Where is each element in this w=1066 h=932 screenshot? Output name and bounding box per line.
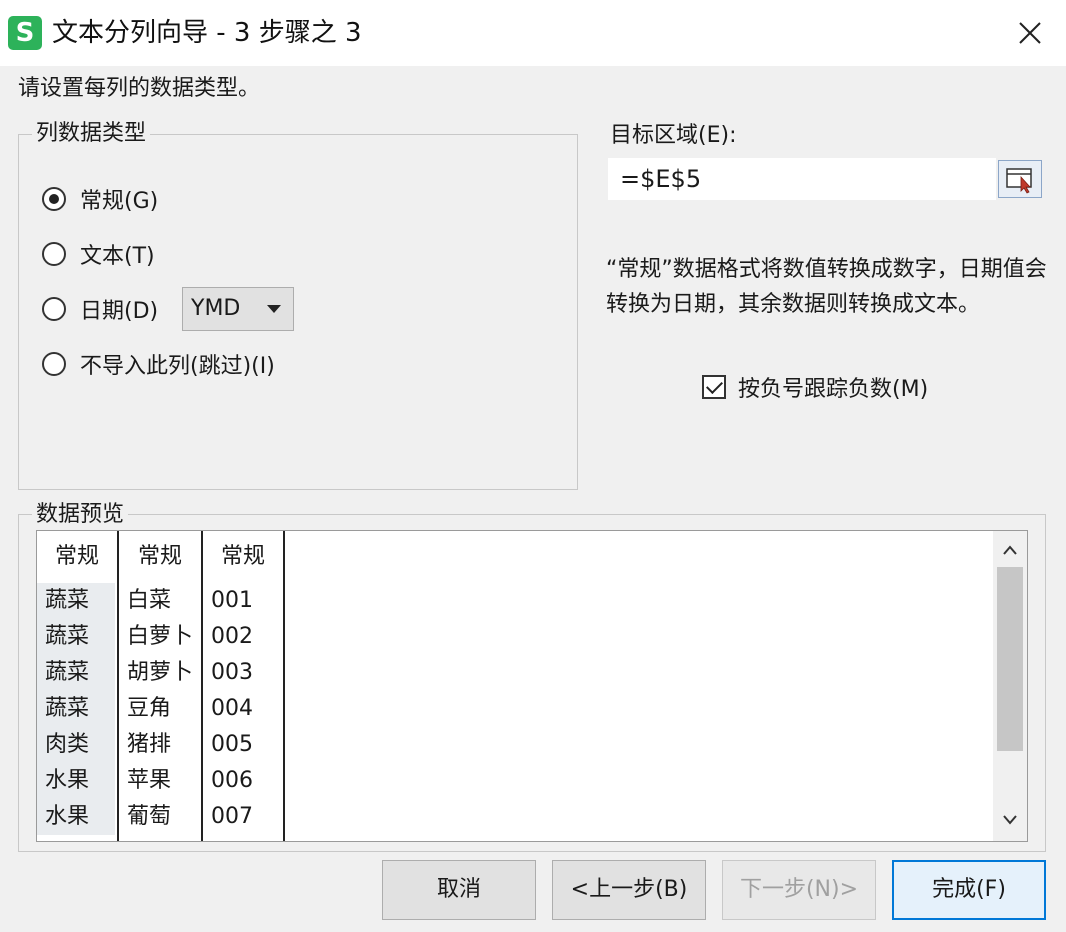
finish-button[interactable]: 完成(F) [892,860,1046,920]
target-area-label: 目标区域(E): [610,123,737,148]
range-select-button[interactable] [998,160,1042,198]
preview-cell: 胡萝卜 [127,660,194,685]
preview-column-1[interactable]: 常规 蔬菜 蔬菜 蔬菜 蔬菜 肉类 水果 水果 [37,531,119,841]
scroll-up-button[interactable] [993,533,1027,569]
preview-cell: 豆角 [127,696,172,721]
format-description: “常规”数据格式将数值转换成数字，日期值会转换为日期，其余数据则转换成文本。 [606,257,1047,317]
radio-date[interactable]: 日期(D) [42,292,158,326]
radio-skip[interactable]: 不导入此列(跳过)(I) [42,347,275,381]
preview-cell: 001 [211,588,253,613]
preview-cell: 蔬菜 [37,691,115,727]
preview-header-1[interactable]: 常规 [37,531,117,583]
radio-date-indicator[interactable] [42,297,66,321]
scrollbar-thumb[interactable] [997,567,1023,751]
back-button[interactable]: <上一步(B) [552,860,706,920]
scroll-down-button[interactable] [993,803,1027,839]
date-format-dropdown[interactable]: YMD [182,287,294,331]
preview-cell: 002 [211,624,253,649]
preview-cell: 葡萄 [127,804,172,829]
range-select-icon [1006,168,1032,194]
radio-general-indicator[interactable] [42,187,66,211]
wps-spreadsheet-icon: S [8,16,42,50]
chevron-down-icon [1003,815,1017,825]
preview-cell: 006 [211,768,253,793]
column-type-group-title: 列数据类型 [32,119,151,149]
preview-cell: 白菜 [127,588,172,613]
cancel-button[interactable]: 取消 [382,860,536,920]
radio-general[interactable]: 常规(G) [42,182,158,216]
target-area-input[interactable]: =$E$5 [608,158,996,200]
preview-cell: 003 [211,660,253,685]
preview-header-2[interactable]: 常规 [119,531,201,583]
preview-cell: 水果 [37,763,115,799]
close-icon [1019,22,1041,44]
preview-cell: 004 [211,696,253,721]
title-bar: S 文本分列向导 - 3 步骤之 3 [0,0,1066,66]
preview-cell: 肉类 [37,727,115,763]
preview-cell: 白萝卜 [127,624,194,649]
radio-text-indicator[interactable] [42,242,66,266]
window-title: 文本分列向导 - 3 步骤之 3 [52,18,362,48]
negative-tracking-check-indicator[interactable] [702,375,726,399]
dropdown-arrow-icon [267,305,281,313]
negative-tracking-checkbox[interactable]: 按负号跟踪负数(M) [702,370,928,404]
preview-cell: 007 [211,804,253,829]
preview-cell: 水果 [37,799,115,835]
radio-general-label: 常规(G) [80,189,159,214]
radio-date-label: 日期(D) [80,299,159,324]
date-format-value: YMD [191,296,241,321]
close-button[interactable] [1006,10,1054,56]
chevron-up-icon [1003,545,1017,555]
radio-skip-label: 不导入此列(跳过)(I) [80,354,275,379]
preview-column-2[interactable]: 常规 白菜 白萝卜 胡萝卜 豆角 猪排 苹果 葡萄 [119,531,203,841]
radio-text-label: 文本(T) [80,244,155,269]
preview-cell: 蔬菜 [37,619,115,655]
preview-cell: 猪排 [127,732,172,757]
data-preview-grid[interactable]: 常规 蔬菜 蔬菜 蔬菜 蔬菜 肉类 水果 水果 常规 白菜 白萝卜 胡萝卜 豆角… [36,530,1028,842]
preview-group-title: 数据预览 [32,500,129,530]
next-button[interactable]: 下一步(N)> [722,860,876,920]
negative-tracking-label: 按负号跟踪负数(M) [738,377,929,402]
preview-cell: 苹果 [127,768,172,793]
preview-cell: 蔬菜 [37,655,115,691]
radio-text[interactable]: 文本(T) [42,237,155,271]
preview-cell: 蔬菜 [37,583,115,619]
preview-cell: 005 [211,732,253,757]
preview-scrollbar[interactable] [993,531,1027,841]
preview-header-3[interactable]: 常规 [203,531,283,583]
preview-column-3[interactable]: 常规 001 002 003 004 005 006 007 [203,531,285,841]
radio-skip-indicator[interactable] [42,352,66,376]
instruction-text: 请设置每列的数据类型。 [18,76,261,101]
